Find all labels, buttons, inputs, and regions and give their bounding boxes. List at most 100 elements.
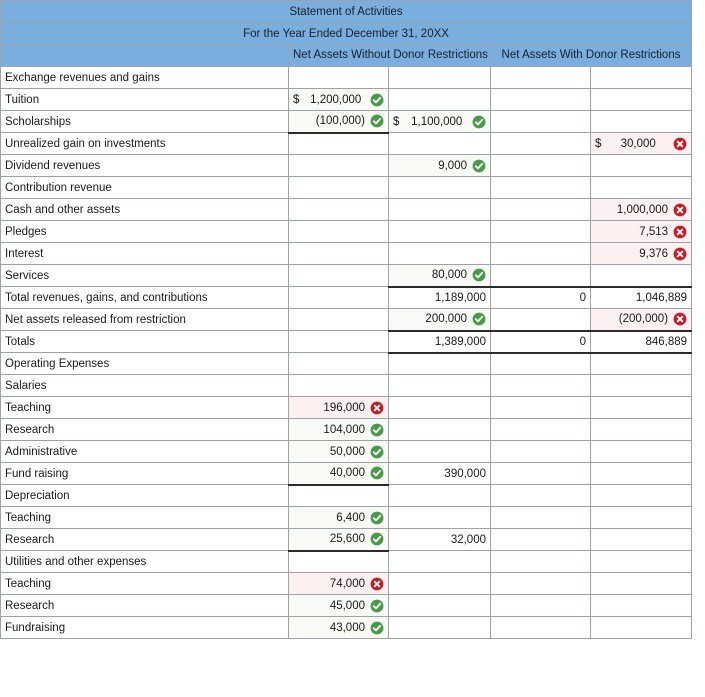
answer-cell-correct[interactable]: (100,000) xyxy=(288,110,389,134)
value-cell xyxy=(288,176,389,199)
answer-cell-correct[interactable]: 50,000 xyxy=(288,440,389,463)
statement-subtitle: For the Year Ended December 31, 20XX xyxy=(0,22,693,45)
table-row: Interest 9,376 xyxy=(0,242,693,265)
cell-content xyxy=(595,530,687,550)
cell-content xyxy=(595,508,687,528)
cell-content: 196,000 xyxy=(293,398,384,418)
cell-content: (100,000) xyxy=(293,112,384,131)
statement-title-row: Statement of Activities xyxy=(0,0,693,23)
value-cell xyxy=(589,176,693,199)
cell-content xyxy=(595,376,687,396)
statement-title: Statement of Activities xyxy=(0,0,693,23)
value-cell xyxy=(589,506,693,529)
answer-cell-incorrect[interactable]: (200,000) xyxy=(589,308,693,332)
answer-cell-incorrect[interactable]: 74,000 xyxy=(288,572,389,595)
currency-symbol: $ xyxy=(293,93,300,106)
cell-value: 43,000 xyxy=(329,621,365,634)
cell-content: $1,200,000 xyxy=(293,90,384,110)
value-cell xyxy=(490,396,591,419)
answer-cell-incorrect[interactable]: $30,000 xyxy=(589,132,693,155)
row-label: Salaries xyxy=(0,374,289,397)
value-cell[interactable]: 1,189,000 xyxy=(388,286,491,309)
cell-content xyxy=(595,486,687,506)
cell-content: 40,000 xyxy=(293,464,384,483)
cell-value: 1,000,000 xyxy=(616,203,669,216)
answer-cell-incorrect[interactable]: 196,000 xyxy=(288,396,389,419)
value-cell xyxy=(490,220,591,243)
answer-cell-correct[interactable]: 200,000 xyxy=(388,308,491,332)
cell-value: 1,200,000 xyxy=(310,93,362,106)
row-label: Research xyxy=(0,528,289,551)
answer-cell-correct[interactable]: $1,100,000 xyxy=(388,110,491,133)
cell-value: 196,000 xyxy=(323,401,365,414)
row-label: Scholarships xyxy=(0,110,289,133)
table-row: Teaching 6,400 xyxy=(0,506,693,529)
cell-content xyxy=(495,310,586,329)
value-cell[interactable]: 1,389,000 xyxy=(388,330,491,354)
cell-content xyxy=(293,310,384,330)
value-cell[interactable]: 32,000 xyxy=(388,528,491,551)
answer-cell-correct[interactable]: 40,000 xyxy=(288,462,389,486)
value-cell[interactable]: 390,000 xyxy=(388,462,491,485)
answer-cell-correct[interactable]: 45,000 xyxy=(288,594,389,617)
cell-value: 0 xyxy=(579,291,586,304)
value-cell xyxy=(388,220,491,243)
table-row: Pledges 7,513 xyxy=(0,220,693,243)
answer-cell-correct[interactable]: 104,000 xyxy=(288,418,389,441)
row-label: Pledges xyxy=(0,220,289,243)
answer-cell-correct[interactable]: 80,000 xyxy=(388,264,491,288)
value-cell xyxy=(388,198,491,221)
answer-cell-incorrect[interactable]: 9,376 xyxy=(589,242,693,265)
value-cell[interactable]: 846,889 xyxy=(589,330,693,354)
answer-cell-correct[interactable]: 25,600 xyxy=(288,528,389,552)
cell-content xyxy=(495,464,586,484)
check-circle-icon xyxy=(370,511,384,525)
value-cell[interactable]: 0 xyxy=(490,286,591,309)
value-cell[interactable]: 1,046,889 xyxy=(589,286,693,309)
value-cell xyxy=(490,528,591,551)
table-row: Depreciation xyxy=(0,484,693,507)
answer-cell-correct[interactable]: 43,000 xyxy=(288,616,389,639)
value-cell xyxy=(490,440,591,463)
check-circle-icon xyxy=(370,114,384,128)
cell-content xyxy=(393,134,486,154)
value-cell xyxy=(288,66,389,89)
value-cell xyxy=(288,484,389,507)
row-label: Exchange revenues and gains xyxy=(0,66,289,89)
currency-symbol: $ xyxy=(393,115,400,128)
column-header-blank xyxy=(0,44,289,67)
answer-cell-incorrect[interactable]: 7,513 xyxy=(589,220,693,243)
value-cell xyxy=(490,132,591,155)
answer-cell-correct[interactable]: $1,200,000 xyxy=(288,88,389,111)
value-cell xyxy=(388,132,491,155)
check-circle-icon xyxy=(472,159,486,173)
table-row: Net assets released from restriction 200,… xyxy=(0,308,693,332)
answer-cell-correct[interactable]: 9,000 xyxy=(388,154,491,177)
cell-value: 104,000 xyxy=(323,423,365,436)
cell-content xyxy=(393,442,486,462)
answer-cell-correct[interactable]: 6,400 xyxy=(288,506,389,529)
cell-content xyxy=(393,354,486,374)
row-label: Net assets released from restriction xyxy=(0,308,289,331)
cell-content xyxy=(293,222,384,242)
check-circle-icon xyxy=(472,312,486,326)
value-cell xyxy=(490,374,591,397)
cell-value: 40,000 xyxy=(329,467,365,480)
cell-content xyxy=(293,200,384,220)
answer-cell-incorrect[interactable]: 1,000,000 xyxy=(589,198,693,221)
row-label: Research xyxy=(0,418,289,441)
value-cell xyxy=(589,418,693,441)
cell-content xyxy=(293,354,384,374)
row-label: Tuition xyxy=(0,88,289,111)
row-label: Research xyxy=(0,594,289,617)
value-cell xyxy=(589,154,693,177)
value-cell[interactable]: 0 xyxy=(490,330,591,354)
value-cell xyxy=(388,506,491,529)
cell-content xyxy=(595,112,687,132)
row-label: Administrative xyxy=(0,440,289,463)
cell-value: 1,046,889 xyxy=(635,291,688,304)
cell-value: 50,000 xyxy=(329,445,365,458)
row-label: Dividend revenues xyxy=(0,154,289,177)
value-cell xyxy=(490,154,591,177)
value-cell xyxy=(388,572,491,595)
